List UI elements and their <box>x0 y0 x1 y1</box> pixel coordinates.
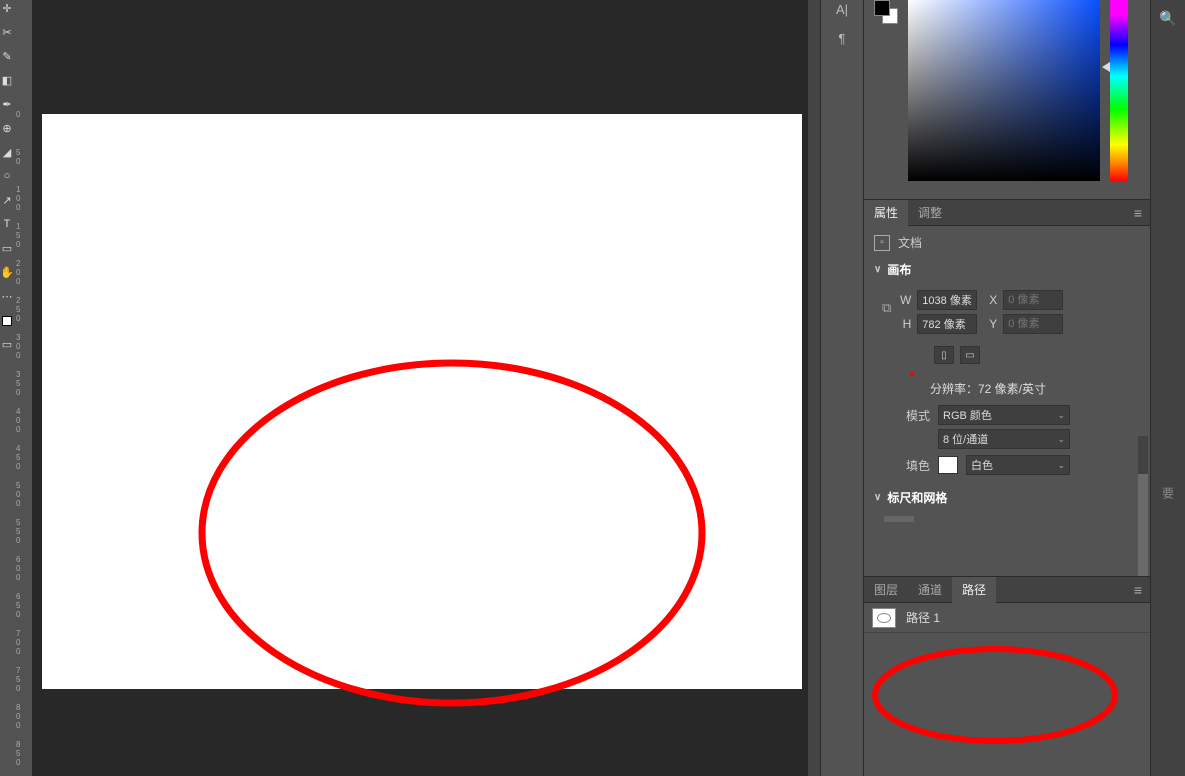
tool-shape-icon[interactable]: ▭ <box>1 242 13 254</box>
grip-bar <box>884 516 914 522</box>
x-label: X <box>983 293 997 307</box>
link-dimensions-icon[interactable]: ⧉ <box>882 300 891 316</box>
bit-depth-value: 8 位/通道 <box>943 431 988 447</box>
tab-adjustments[interactable]: 调整 <box>908 200 952 226</box>
chevron-down-icon: ∨ <box>874 492 881 503</box>
layers-tabs: 图层 通道 路径 ≡ <box>864 577 1150 603</box>
color-mode-select[interactable]: RGB 颜色 ⌄ <box>938 405 1070 425</box>
ruler-vertical: 0 50 100 150 200 250 300 350 400 450 500… <box>14 0 32 776</box>
bit-depth-select[interactable]: 8 位/通道 ⌄ <box>938 429 1070 449</box>
fill-select[interactable]: 白色 ⌄ <box>966 455 1070 475</box>
chevron-down-icon: ⌄ <box>1057 434 1065 445</box>
tool-more-icon[interactable]: ⋯ <box>1 290 13 302</box>
middle-panel-strip: A| ¶ <box>820 0 864 776</box>
color-mode-value: RGB 颜色 <box>943 407 992 423</box>
tool-type-icon[interactable]: T <box>1 218 13 230</box>
type-panel-icon[interactable]: A| <box>836 2 848 17</box>
width-input[interactable] <box>917 290 977 310</box>
canvas-section-header[interactable]: ∨ 画布 <box>874 261 1140 278</box>
ellipse-path[interactable] <box>197 358 707 708</box>
tab-properties[interactable]: 属性 <box>864 200 908 226</box>
hue-slider[interactable] <box>1110 0 1128 181</box>
fill-color-swatch[interactable] <box>938 456 958 474</box>
paragraph-panel-icon[interactable]: ¶ <box>839 31 846 46</box>
tool-gradient-icon[interactable]: ◢ <box>1 146 13 158</box>
document-label: 文档 <box>898 234 922 251</box>
chevron-down-icon: ⌄ <box>1057 410 1065 421</box>
far-right-strip: 🔍 要 <box>1150 0 1185 776</box>
tool-eraser-icon[interactable]: ◧ <box>1 74 13 86</box>
search-icon[interactable]: 🔍 <box>1159 10 1176 27</box>
document-icon: ▫ <box>874 235 890 251</box>
x-input[interactable] <box>1003 290 1063 310</box>
resolution-text: 分辨率：72 像素/英寸 <box>930 380 1140 397</box>
chevron-down-icon: ⌄ <box>1057 460 1065 471</box>
toolbar-left: ✛ ✂ ✎ ◧ ✒ ⊕ ◢ ○ ↗ T ▭ ✋ ⋯ ▭ <box>0 0 14 776</box>
path-item[interactable]: 路径 1 <box>864 603 1150 633</box>
hue-slider-handle[interactable] <box>1102 62 1110 72</box>
path-name: 路径 1 <box>906 609 940 626</box>
properties-tabs: 属性 调整 ≡ <box>864 200 1150 226</box>
height-label: H <box>897 317 911 331</box>
orientation-row: ▯ ▭ <box>934 346 1140 364</box>
y-label: Y <box>983 317 997 331</box>
tab-paths[interactable]: 路径 <box>952 577 996 603</box>
paths-panel: 图层 通道 路径 ≡ 路径 1 <box>864 576 1150 776</box>
panel-menu-icon[interactable]: ≡ <box>1134 582 1142 598</box>
color-swatches[interactable] <box>874 0 898 24</box>
document-row: ▫ 文档 <box>874 234 1140 251</box>
tool-blur-icon[interactable]: ○ <box>1 170 13 182</box>
tool-polygon-icon[interactable]: ✛ <box>1 2 13 14</box>
tool-path-icon[interactable]: ↗ <box>1 194 13 206</box>
portrait-button[interactable]: ▯ <box>934 346 954 364</box>
color-field[interactable] <box>908 0 1100 181</box>
tool-brush-icon[interactable]: ✎ <box>1 50 13 62</box>
color-picker-panel <box>864 0 1150 200</box>
properties-panel: 属性 调整 ≡ ▫ 文档 ∨ 画布 ⧉ W X <box>864 200 1150 530</box>
fill-value: 白色 <box>971 457 993 473</box>
fill-label: 填色 <box>902 457 930 474</box>
canvas-section-label: 画布 <box>887 261 911 278</box>
canvas-area[interactable] <box>32 0 808 776</box>
ruler-section-header[interactable]: ∨ 标尺和网格 <box>874 489 1140 506</box>
y-input[interactable] <box>1003 314 1063 334</box>
annotation-ellipse <box>870 645 1120 745</box>
foreground-color-swatch[interactable] <box>2 316 12 326</box>
tab-layers[interactable]: 图层 <box>864 577 908 603</box>
height-input[interactable] <box>917 314 977 334</box>
tool-lasso-icon[interactable]: ✂ <box>1 26 13 38</box>
right-panel-container: 属性 调整 ≡ ▫ 文档 ∨ 画布 ⧉ W X <box>864 0 1150 776</box>
annotation-dot <box>910 372 914 376</box>
canvas-document[interactable] <box>42 114 802 689</box>
ruler-section-label: 标尺和网格 <box>887 489 947 506</box>
tool-clone-icon[interactable]: ⊕ <box>1 122 13 134</box>
width-label: W <box>897 293 911 307</box>
foreground-color[interactable] <box>874 0 890 16</box>
properties-body: ▫ 文档 ∨ 画布 ⧉ W X H <box>864 226 1150 530</box>
tool-pen-icon[interactable]: ✒ <box>1 98 13 110</box>
tool-hand-icon[interactable]: ✋ <box>1 266 13 278</box>
landscape-button[interactable]: ▭ <box>960 346 980 364</box>
chevron-down-icon: ∨ <box>874 264 881 275</box>
tab-channels[interactable]: 通道 <box>908 577 952 603</box>
path-thumbnail <box>872 608 896 628</box>
collapsed-panel-label[interactable]: 要 <box>1160 487 1177 499</box>
tool-screenmode-icon[interactable]: ▭ <box>1 338 13 350</box>
mode-label: 模式 <box>902 407 930 424</box>
panel-menu-icon[interactable]: ≡ <box>1134 205 1142 221</box>
